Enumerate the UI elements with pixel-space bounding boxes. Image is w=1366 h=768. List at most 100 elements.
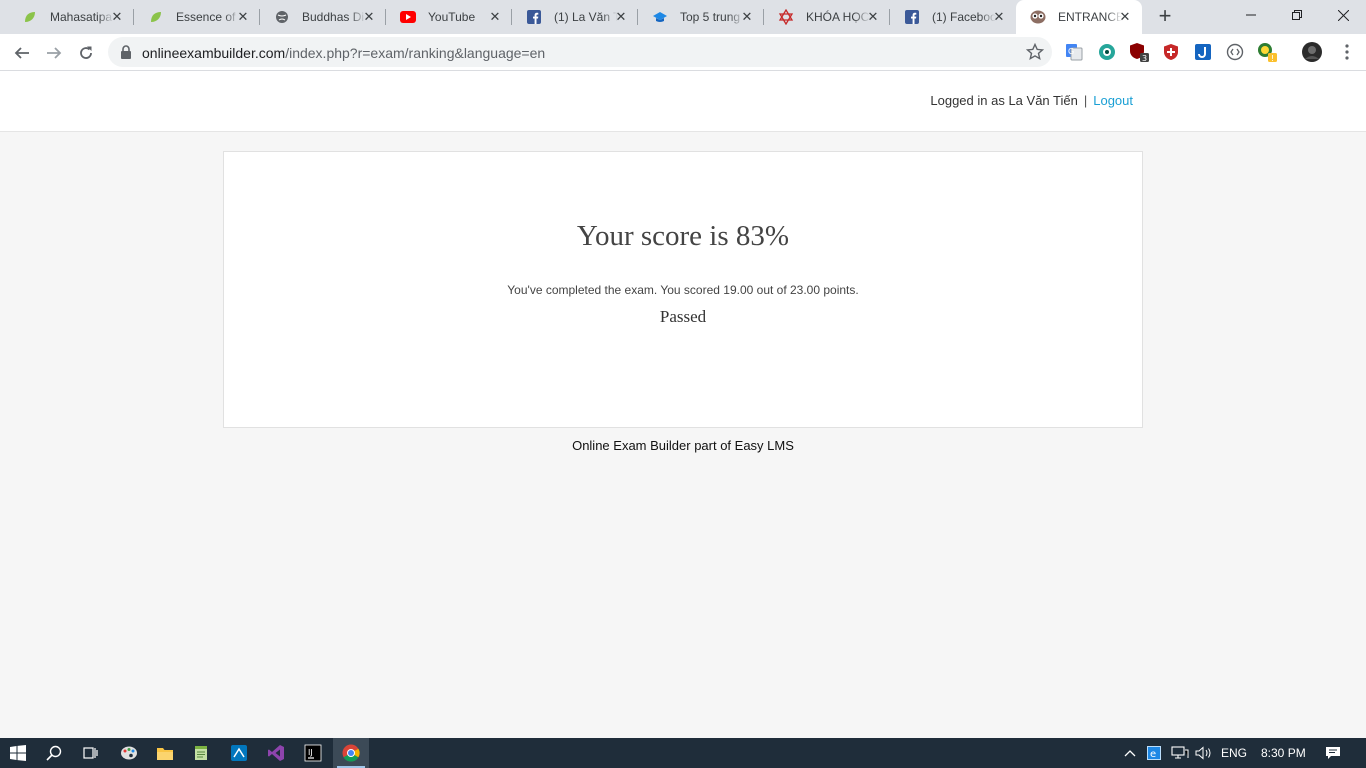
tray-app-icon[interactable]: e xyxy=(1147,738,1161,768)
star-of-david-icon xyxy=(778,9,794,25)
translate-extension-icon[interactable]: G xyxy=(1064,42,1084,62)
notepad-icon xyxy=(195,746,207,760)
address-bar[interactable]: onlineexambuilder.com/index.php?r=exam/r… xyxy=(108,37,1052,67)
visual-studio-button[interactable] xyxy=(258,738,294,768)
chrome-icon xyxy=(342,744,360,762)
eye-extension-icon[interactable] xyxy=(1097,42,1117,62)
menu-kebab-icon[interactable] xyxy=(1337,42,1357,62)
back-button[interactable] xyxy=(9,40,35,66)
taskbar: IJ e ENG 8:30 PM xyxy=(0,738,1366,768)
browser-toolbar: onlineexambuilder.com/index.php?r=exam/r… xyxy=(0,34,1366,71)
close-icon[interactable]: ✕ xyxy=(488,10,502,24)
close-icon[interactable]: ✕ xyxy=(1118,10,1132,24)
reload-icon xyxy=(80,46,92,59)
close-icon[interactable]: ✕ xyxy=(614,10,628,24)
notepad-button[interactable] xyxy=(183,738,219,768)
lock-icon xyxy=(120,45,132,64)
youtube-icon xyxy=(400,9,416,25)
tab-title: KHÓA HỌC xyxy=(806,10,870,24)
tab-top5[interactable]: Top 5 trung ✕ xyxy=(638,0,764,34)
tab-buddhas[interactable]: Buddhas Di ✕ xyxy=(260,0,386,34)
close-icon[interactable]: ✕ xyxy=(110,10,124,24)
notifications-icon[interactable] xyxy=(1325,738,1341,768)
minimize-button[interactable] xyxy=(1228,0,1274,30)
search-button[interactable] xyxy=(36,738,72,768)
search-icon xyxy=(46,745,62,761)
tab-title: Buddhas Di xyxy=(302,10,365,24)
restore-button[interactable] xyxy=(1274,0,1320,30)
shield-plus-extension-icon[interactable] xyxy=(1161,42,1181,62)
tray-chevron-icon[interactable] xyxy=(1124,738,1136,768)
tab-entrance[interactable]: ENTRANCE ✕ xyxy=(1016,0,1142,34)
visual-studio-icon xyxy=(268,745,284,761)
shield-badge-extension-icon[interactable]: 3 xyxy=(1129,42,1149,62)
leaf-icon xyxy=(148,9,164,25)
sql-app-button[interactable] xyxy=(221,738,257,768)
file-explorer-button[interactable] xyxy=(147,738,183,768)
tab-facebook-2[interactable]: (1) Faceboo ✕ xyxy=(890,0,1016,34)
facebook-icon xyxy=(904,9,920,25)
input-language[interactable]: ENG xyxy=(1221,738,1247,768)
new-tab-button[interactable]: + xyxy=(1154,5,1176,28)
score-summary: You've completed the exam. You scored 19… xyxy=(507,283,859,297)
tab-title: (1) La Văn T xyxy=(554,10,618,24)
owl-icon xyxy=(1030,9,1046,25)
close-window-button[interactable] xyxy=(1320,0,1366,30)
arrow-right-icon xyxy=(47,47,62,59)
leaf-icon xyxy=(22,9,38,25)
chrome-button[interactable] xyxy=(333,738,369,768)
paint-app-button[interactable] xyxy=(111,738,147,768)
svg-text:e: e xyxy=(1150,749,1156,760)
close-icon xyxy=(1337,9,1349,21)
tab-essence[interactable]: Essence of T ✕ xyxy=(134,0,260,34)
windows-logo-icon xyxy=(10,745,26,761)
user-bar: Logged in as La Văn Tiến | Logout xyxy=(930,93,1133,108)
bookmark-star-icon[interactable] xyxy=(1025,42,1045,66)
svg-text:!: ! xyxy=(1271,54,1274,62)
globe-icon xyxy=(274,9,290,25)
url-text: onlineexambuilder.com/index.php?r=exam/r… xyxy=(142,45,545,61)
forward-button[interactable] xyxy=(41,40,67,66)
result-card: Your score is 83% You've completed the e… xyxy=(223,151,1143,428)
svg-text:IJ: IJ xyxy=(308,748,313,757)
tab-mahasatipa[interactable]: Mahasatipa ✕ xyxy=(8,0,134,34)
tab-title: YouTube xyxy=(428,10,476,24)
folder-icon xyxy=(157,747,173,760)
tab-facebook-1[interactable]: (1) La Văn T ✕ xyxy=(512,0,638,34)
intellij-button[interactable]: IJ xyxy=(295,738,331,768)
minimize-icon xyxy=(1246,14,1256,16)
task-view-icon xyxy=(83,747,98,759)
profile-avatar[interactable] xyxy=(1302,42,1322,62)
footer-text: Online Exam Builder part of Easy LMS xyxy=(572,438,794,453)
blue-j-extension-icon[interactable] xyxy=(1193,42,1213,62)
intellij-icon: IJ xyxy=(304,744,322,762)
tab-title: Essence of T xyxy=(176,10,240,24)
database-tool-icon xyxy=(231,745,247,761)
volume-icon[interactable] xyxy=(1195,738,1213,768)
score-title: Your score is 83% xyxy=(576,220,790,252)
logout-link[interactable]: Logout xyxy=(1093,93,1133,108)
tab-strip: Mahasatipa ✕ Essence of T ✕ Buddhas Di ✕… xyxy=(0,0,1366,34)
tab-khoa-hoc[interactable]: KHÓA HỌC ✕ xyxy=(764,0,890,34)
task-view-button[interactable] xyxy=(72,738,108,768)
restore-icon xyxy=(1292,10,1302,20)
close-icon[interactable]: ✕ xyxy=(740,10,754,24)
url-path: /index.php?r=exam/ranking&language=en xyxy=(285,45,546,61)
close-icon[interactable]: ✕ xyxy=(866,10,880,24)
tab-youtube[interactable]: YouTube ✕ xyxy=(386,0,512,34)
start-button[interactable] xyxy=(0,738,36,768)
reload-button[interactable] xyxy=(73,40,99,66)
url-host: onlineexambuilder.com xyxy=(142,45,286,61)
tab-title: ENTRANCE xyxy=(1058,10,1122,24)
logged-in-label: Logged in as La Văn Tiến xyxy=(930,93,1078,108)
close-icon[interactable]: ✕ xyxy=(236,10,250,24)
globe-warning-extension-icon[interactable]: ! xyxy=(1257,42,1277,62)
close-icon[interactable]: ✕ xyxy=(362,10,376,24)
network-icon[interactable] xyxy=(1171,738,1189,768)
tab-title: Mahasatipa xyxy=(50,10,113,24)
arrow-left-icon xyxy=(14,47,29,59)
close-icon[interactable]: ✕ xyxy=(992,10,1006,24)
tab-title: (1) Faceboo xyxy=(932,10,996,24)
code-extension-icon[interactable] xyxy=(1225,42,1245,62)
clock-time[interactable]: 8:30 PM xyxy=(1261,738,1306,768)
